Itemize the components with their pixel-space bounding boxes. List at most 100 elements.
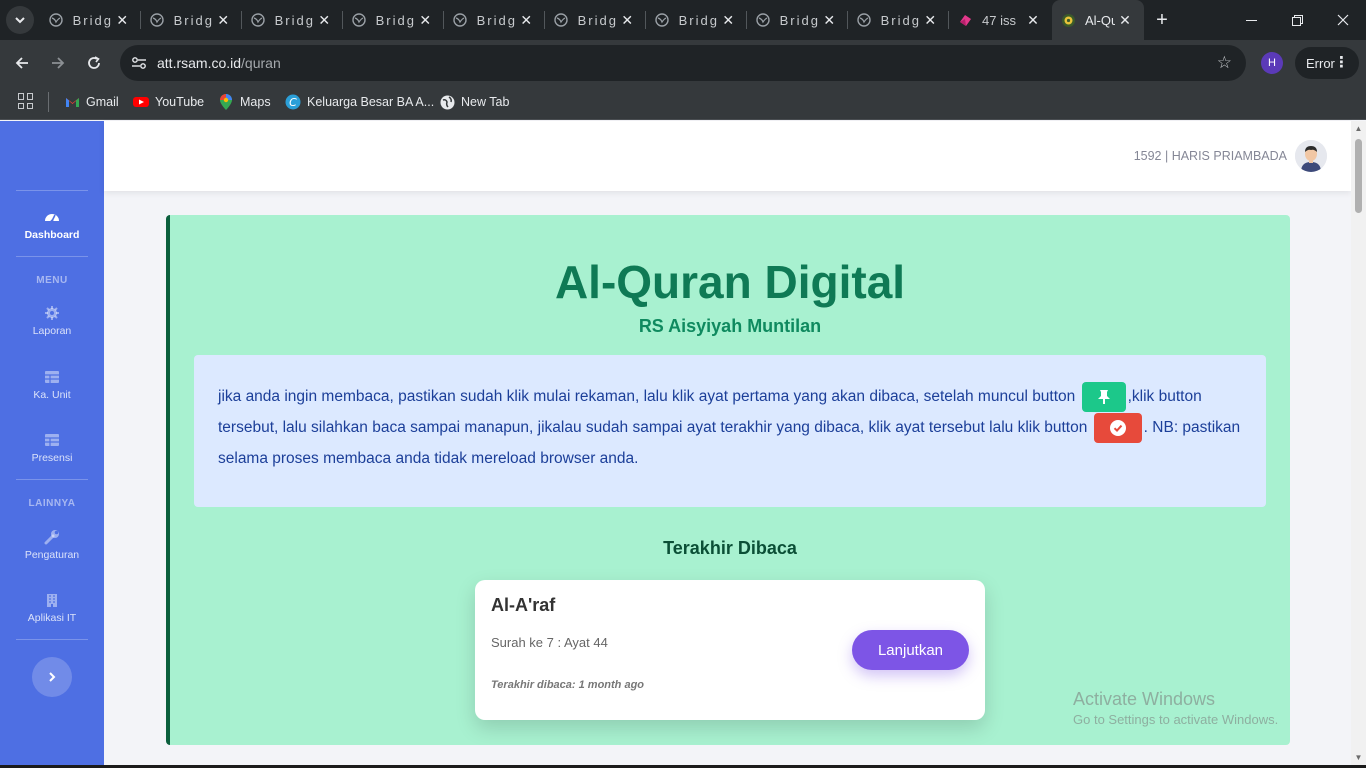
- site-info-icon[interactable]: [127, 51, 151, 75]
- sidebar-toggle-button[interactable]: [32, 657, 72, 697]
- back-button[interactable]: [8, 49, 36, 77]
- tab-title: Bridge: [678, 12, 720, 28]
- watermark-subtitle: Go to Settings to activate Windows.: [1073, 712, 1279, 727]
- page-topbar: 1592 | HARIS PRIAMBADA: [104, 121, 1351, 191]
- sidebar-item-laporan[interactable]: Laporan: [0, 305, 104, 337]
- globe-icon: [756, 13, 771, 28]
- tab-title: Al-Qu: [1085, 12, 1115, 28]
- surah-name: Al-A'raf: [491, 595, 556, 615]
- reload-button[interactable]: [80, 49, 108, 77]
- browser-tab[interactable]: 47 iss ✕: [949, 0, 1052, 40]
- maps-icon: [218, 94, 234, 110]
- activate-windows-watermark: Activate Windows Go to Settings to activ…: [1073, 689, 1278, 727]
- browser-tab-bar: Bridge ✕ Bridge ✕ Bridge ✕ Bridge ✕ Brid…: [0, 0, 1366, 40]
- globe-icon: [49, 13, 64, 28]
- quran-card: Al-Quran Digital RS Aisyiyah Muntilan ji…: [166, 215, 1290, 745]
- bookmarks-bar: Gmail YouTube Maps C Keluarga Besar BA A…: [0, 86, 1366, 120]
- browser-tab[interactable]: Bridge ✕: [747, 0, 848, 40]
- sidebar-heading-lainnya: LAINNYA: [28, 498, 76, 509]
- tab-title: Bridge: [880, 12, 922, 28]
- close-icon[interactable]: ✕: [719, 12, 737, 29]
- scroll-up-icon[interactable]: ▲: [1354, 124, 1363, 133]
- browser-tab[interactable]: Bridge ✕: [545, 0, 646, 40]
- sidebar-item-ka-unit[interactable]: Ka. Unit: [0, 369, 104, 401]
- sidebar-item-presensi[interactable]: Presensi: [0, 432, 104, 464]
- browser-tab-active[interactable]: Al-Qu ✕: [1052, 0, 1144, 40]
- page-subtitle: RS Aisyiyah Muntilan: [638, 316, 822, 336]
- kebab-menu-icon: ⋮: [1334, 54, 1349, 71]
- restore-button[interactable]: [1274, 0, 1320, 40]
- globe-icon: [352, 13, 367, 28]
- gear-icon: [45, 306, 59, 320]
- browser-tab[interactable]: Bridge ✕: [343, 0, 444, 40]
- address-bar[interactable]: att.rsam.co.id/quran ☆: [120, 45, 1246, 81]
- svg-text:C: C: [289, 96, 297, 109]
- avatar[interactable]: [1295, 140, 1327, 172]
- canva-icon: C: [285, 94, 301, 110]
- close-icon[interactable]: ✕: [416, 12, 434, 29]
- profile-avatar[interactable]: H: [1261, 52, 1283, 74]
- browser-tab[interactable]: Bridge ✕: [444, 0, 545, 40]
- site-logo-icon: [1061, 13, 1076, 28]
- scroll-thumb[interactable]: [1355, 139, 1362, 213]
- pink-app-icon: [958, 13, 973, 28]
- close-icon[interactable]: ✕: [113, 12, 131, 29]
- arrow-right-icon: [52, 57, 65, 69]
- surah-info: Surah ke 7 : Ayat 44: [491, 635, 608, 650]
- close-icon[interactable]: ✕: [820, 12, 838, 29]
- browser-tab[interactable]: Bridge ✕: [40, 0, 141, 40]
- sidebar-item-pengaturan[interactable]: Pengaturan: [0, 529, 104, 561]
- globe-icon: [857, 13, 872, 28]
- close-icon[interactable]: ✕: [618, 12, 636, 29]
- restore-icon: [1291, 14, 1303, 26]
- bookmark-gmail[interactable]: Gmail: [64, 92, 119, 112]
- url-text: att.rsam.co.id/quran: [157, 55, 281, 71]
- tab-search-button[interactable]: [6, 6, 34, 34]
- table-icon: [45, 371, 59, 383]
- tab-title: 47 iss: [982, 12, 1016, 28]
- close-icon: [1337, 14, 1349, 26]
- check-button-sample: [1093, 412, 1142, 443]
- page-scrollbar[interactable]: ▲ ▼: [1351, 121, 1366, 768]
- scroll-down-icon[interactable]: ▼: [1354, 753, 1363, 762]
- wrench-icon: [44, 530, 59, 545]
- instruction-box: jika anda ingin membaca, pastikan sudah …: [194, 355, 1266, 507]
- browser-tab[interactable]: Bridge ✕: [141, 0, 242, 40]
- chevron-down-icon: [15, 17, 25, 24]
- bookmark-youtube[interactable]: YouTube: [133, 92, 204, 112]
- bookmark-maps[interactable]: Maps: [218, 92, 271, 112]
- close-icon[interactable]: ✕: [315, 12, 333, 29]
- arrow-left-icon: [15, 57, 28, 69]
- close-window-button[interactable]: [1320, 0, 1366, 40]
- sidebar-item-aplikasi-it[interactable]: Aplikasi IT: [0, 592, 104, 624]
- bookmark-star-icon[interactable]: ☆: [1217, 53, 1232, 73]
- chevron-right-icon: [49, 672, 56, 682]
- reload-icon: [88, 56, 100, 69]
- bookmark-new-tab[interactable]: New Tab: [439, 92, 509, 112]
- tab-title: Bridge: [779, 12, 821, 28]
- user-name[interactable]: 1592 | HARIS PRIAMBADA: [1134, 149, 1287, 163]
- browser-tab[interactable]: Bridge ✕: [242, 0, 343, 40]
- tab-title: Bridge: [274, 12, 316, 28]
- close-icon[interactable]: ✕: [1116, 12, 1134, 29]
- close-icon[interactable]: ✕: [517, 12, 535, 29]
- browser-tab[interactable]: Bridge ✕: [646, 0, 747, 40]
- new-tab-button[interactable]: +: [1150, 8, 1174, 32]
- building-icon: [47, 594, 57, 607]
- close-icon[interactable]: ✕: [1024, 12, 1042, 29]
- sidebar: Dashboard MENU Laporan Ka. Unit Presensi…: [0, 121, 104, 768]
- error-menu-button[interactable]: Error ⋮: [1295, 47, 1359, 79]
- forward-button[interactable]: [44, 49, 72, 77]
- apps-grid-icon[interactable]: [18, 93, 34, 109]
- sidebar-heading-menu: MENU: [36, 275, 68, 286]
- watermark-title: Activate Windows: [1073, 689, 1216, 709]
- continue-button[interactable]: Lanjutkan: [852, 630, 969, 670]
- tab-title: Bridge: [476, 12, 518, 28]
- bookmark-canva[interactable]: C Keluarga Besar BA A...: [285, 92, 434, 112]
- sidebar-item-dashboard[interactable]: Dashboard: [0, 209, 104, 241]
- page-title: Al-Quran Digital: [554, 256, 906, 308]
- close-icon[interactable]: ✕: [921, 12, 939, 29]
- close-icon[interactable]: ✕: [214, 12, 232, 29]
- minimize-button[interactable]: [1228, 0, 1274, 40]
- browser-tab[interactable]: Bridge ✕: [848, 0, 949, 40]
